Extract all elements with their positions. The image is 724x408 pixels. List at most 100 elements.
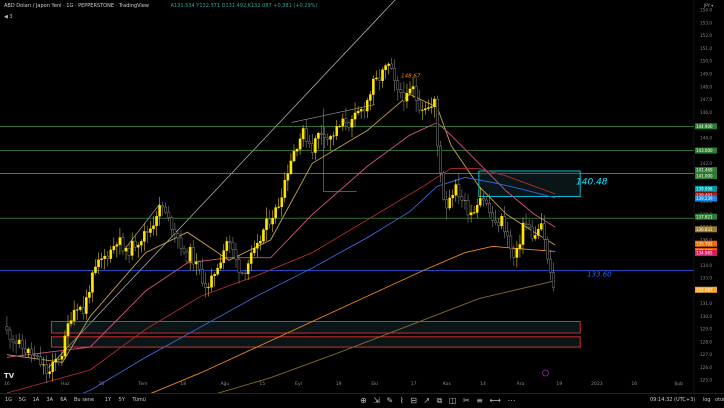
timeframe-button[interactable]: 1G <box>5 397 12 403</box>
annotation-label: 148.67 <box>401 73 421 79</box>
candle-body <box>280 197 284 208</box>
candle-body <box>304 128 308 142</box>
candle-body <box>536 228 540 236</box>
candle-body <box>204 283 207 288</box>
timeframe-button[interactable]: Tümü <box>132 397 146 403</box>
candle-body <box>439 145 442 174</box>
clock-readout[interactable]: 09:14:32 (UTC+3) <box>650 397 695 403</box>
log-toggle[interactable]: log <box>703 397 711 403</box>
x-tick-label: 15 <box>259 381 265 387</box>
candle-body <box>118 237 122 245</box>
chart-header: ABD Doları / Japon Yeni · 1G · PEPPERSTO… <box>4 3 317 9</box>
candle-body <box>75 309 79 311</box>
candle-body <box>341 118 345 127</box>
candle-body <box>78 306 82 310</box>
candle-body <box>527 224 531 228</box>
y-tick-label: 129.0 <box>700 327 712 332</box>
candle-body <box>369 94 372 101</box>
candle-body <box>552 272 555 288</box>
candle-body <box>445 199 448 209</box>
candle-body <box>103 255 106 259</box>
candle-body <box>448 197 452 209</box>
timeframe-button[interactable]: Bu sene <box>74 397 94 403</box>
candle-body <box>411 86 415 90</box>
timeframe-button[interactable]: 5Y <box>119 397 125 403</box>
candle-body <box>384 65 387 70</box>
candle-body <box>518 244 522 249</box>
price-label: 135.702 <box>696 241 713 246</box>
candle-body <box>433 98 436 107</box>
candle-body <box>488 202 491 213</box>
candle-body <box>402 92 406 102</box>
candle-body <box>420 109 424 111</box>
candle-body <box>396 80 400 90</box>
y-tick-label: 127.0 <box>700 352 712 357</box>
candle-body <box>222 250 226 264</box>
candle-body <box>11 339 15 343</box>
drawing-tools-strip[interactable]: ⊕ ⇲ ✎ ⌇ ⊟ ↗ ⧉ ◫ ✂ ≡ ⟷ ⋯ <box>360 396 518 406</box>
candle-body <box>292 151 296 162</box>
candle-body <box>173 229 177 234</box>
x-tick-label: 17 <box>411 381 417 387</box>
candle-body <box>417 100 421 111</box>
candle-body <box>60 355 64 360</box>
candle-body <box>262 229 265 242</box>
candle-body <box>503 216 506 232</box>
x-tick-label: Eyl <box>295 381 302 387</box>
price-chart[interactable]: 125.0 126.0 127.0 128.0 129.0 130.0 131.0 132.0… <box>0 0 724 407</box>
candle-body <box>57 358 61 360</box>
candle-body <box>509 235 513 250</box>
candle-body <box>393 68 397 81</box>
candle-body <box>228 241 232 243</box>
trendline-mid <box>291 104 375 123</box>
candle-body <box>45 364 48 374</box>
candle-body <box>365 100 369 112</box>
candle-body <box>307 141 311 144</box>
x-tick-label: 16 <box>631 381 637 387</box>
y-tick-label: 146.0 <box>700 110 712 115</box>
y-tick-label: 128.0 <box>700 339 712 344</box>
candle-body <box>256 243 259 249</box>
candle-body <box>338 126 342 128</box>
y-tick-label: 154.0 <box>700 8 712 13</box>
trendline-upper <box>48 0 396 368</box>
candle-body <box>106 255 110 259</box>
currency-selector[interactable]: JPY ▾ <box>704 3 713 8</box>
candle-body <box>20 339 24 349</box>
timeframe-button[interactable]: 6A <box>60 397 67 403</box>
auto-scale-toggle[interactable]: otomatik <box>715 397 724 403</box>
y-tick-label: 131.0 <box>700 301 712 306</box>
candle-body <box>463 200 467 202</box>
candle-body <box>329 136 332 140</box>
candle-body <box>23 348 27 354</box>
x-tick-label: 16 <box>4 381 10 387</box>
price-label: 137.821 <box>696 214 713 219</box>
timeframe-button[interactable]: 3A <box>46 397 53 403</box>
candle-body <box>33 354 36 356</box>
candle-body <box>216 267 219 275</box>
candle-body <box>207 287 210 289</box>
indicator-collapse-marker[interactable]: ◀ 3 <box>4 14 13 20</box>
candle-body <box>201 269 204 284</box>
candle-body <box>161 205 164 208</box>
candle-body <box>317 132 320 139</box>
candle-body <box>350 118 354 128</box>
candle-body <box>356 110 360 114</box>
candle-body <box>225 241 229 251</box>
timeframe-button[interactable]: 1Y <box>105 397 111 403</box>
candle-body <box>139 241 143 246</box>
candle-body <box>115 244 119 247</box>
timeframe-button[interactable]: 5G <box>19 397 26 403</box>
candle-body <box>231 242 235 250</box>
candle-body <box>372 78 375 95</box>
candle-body <box>240 272 244 274</box>
timeframe-button[interactable]: 1A <box>33 397 40 403</box>
y-tick-label: 148.0 <box>700 84 712 89</box>
candle-body <box>72 310 76 321</box>
candle-body <box>301 128 305 140</box>
candle-body <box>344 118 348 124</box>
candle-body <box>405 93 409 102</box>
symbol-title[interactable]: ABD Doları / Japon Yeni · 1G · PEPPERSTO… <box>4 3 149 9</box>
candle-body <box>91 272 94 293</box>
candle-body <box>146 231 149 233</box>
